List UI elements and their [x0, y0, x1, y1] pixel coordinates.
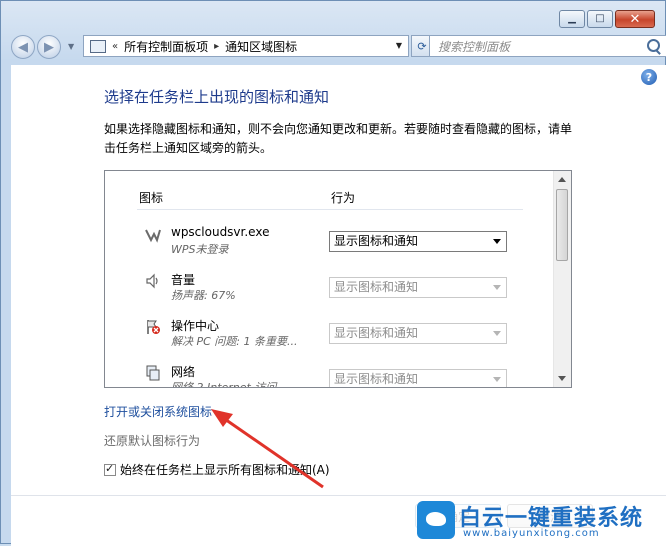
site-watermark: 白云一键重装系统 www.baiyunxitong.com	[415, 497, 666, 545]
control-panel-window: ▁ □ ✕ ◀ ▶ ▼ « 所有控制面板项 ▸ 通知区域图标 ▼ ⟳ 搜索控制面…	[0, 0, 666, 546]
help-icon: ?	[645, 70, 653, 84]
item-name: wpscloudsvr.exe	[171, 225, 270, 239]
control-panel-icon	[90, 39, 106, 53]
speaker-icon	[146, 273, 158, 289]
item-status: 扬声器: 67%	[171, 289, 236, 302]
action-center-flag-icon	[147, 320, 160, 334]
back-button[interactable]: ◀	[11, 35, 35, 59]
notification-icons-list[interactable]: 图标 行为 wpscloudsvr.exe WPS未登录 显示图标和通知 音量 …	[104, 170, 572, 388]
refresh-icon: ⟳	[417, 39, 427, 53]
search-icon[interactable]	[647, 39, 660, 52]
behavior-select-value: 显示图标和通知	[334, 372, 419, 386]
toggle-system-icons-link[interactable]: 打开或关闭系统图标	[104, 403, 212, 420]
close-icon: ✕	[629, 11, 641, 27]
chevron-down-icon	[493, 239, 501, 244]
behavior-select[interactable]: 显示图标和通知	[329, 369, 507, 387]
list-item: 网络 网络 2 Internet 访问 显示图标和通知	[137, 359, 517, 388]
behavior-select[interactable]: 显示图标和通知	[329, 323, 507, 344]
minimize-button[interactable]: ▁	[559, 10, 585, 28]
scroll-up-icon[interactable]	[558, 177, 566, 182]
breadcrumb-notification-icons[interactable]: 通知区域图标	[225, 38, 297, 55]
scroll-thumb[interactable]	[556, 189, 568, 261]
page-title: 选择在任务栏上出现的图标和通知	[104, 88, 330, 106]
chevron-down-icon	[493, 377, 501, 382]
restore-defaults-link[interactable]: 还原默认图标行为	[104, 432, 200, 449]
address-bar[interactable]: « 所有控制面板项 ▸ 通知区域图标 ▼	[83, 35, 409, 57]
item-status: 网络 2 Internet 访问	[171, 381, 277, 388]
behavior-select[interactable]: 显示图标和通知	[329, 277, 507, 298]
search-placeholder: 搜索控制面板	[438, 39, 511, 54]
content-pane: ? 选择在任务栏上出现的图标和通知 如果选择隐藏图标和通知，则不会向您通知更改和…	[11, 65, 666, 546]
behavior-select-value: 显示图标和通知	[334, 234, 419, 248]
item-status: 解决 PC 问题: 1 条重要...	[171, 335, 298, 348]
minimize-icon: ▁	[568, 13, 576, 24]
search-input[interactable]: 搜索控制面板	[429, 35, 666, 57]
maximize-icon: □	[595, 13, 605, 24]
column-header-icon: 图标	[139, 191, 164, 205]
list-item: 音量 扬声器: 67% 显示图标和通知	[137, 267, 517, 311]
chevron-down-icon	[493, 285, 501, 290]
column-header-behavior: 行为	[331, 191, 356, 205]
always-show-all-label[interactable]: 始终在任务栏上显示所有图标和通知(A)	[120, 461, 330, 478]
scroll-down-icon[interactable]	[558, 376, 566, 381]
back-arrow-icon: ◀	[18, 39, 28, 55]
list-item: 操作中心 解决 PC 问题: 1 条重要... 显示图标和通知	[137, 313, 517, 357]
forward-arrow-icon: ▶	[44, 39, 54, 55]
always-show-all-checkbox[interactable]	[104, 462, 116, 476]
behavior-select-value: 显示图标和通知	[334, 280, 419, 294]
chevron-down-icon	[493, 331, 501, 336]
header-divider	[137, 209, 523, 210]
item-name: 音量	[171, 273, 196, 287]
close-button[interactable]: ✕	[615, 10, 655, 28]
behavior-select-value: 显示图标和通知	[334, 326, 419, 340]
list-scrollbar[interactable]	[553, 171, 571, 387]
page-description: 如果选择隐藏图标和通知，则不会向您通知更改和更新。若要随时查看隐藏的图标，请单击…	[104, 122, 573, 155]
breadcrumb-all-items[interactable]: 所有控制面板项	[124, 38, 208, 55]
item-status: WPS未登录	[171, 243, 229, 256]
forward-button[interactable]: ▶	[37, 35, 61, 59]
item-name: 操作中心	[171, 319, 220, 333]
address-dropdown-icon[interactable]: ▼	[396, 41, 402, 50]
caption-buttons: ▁ □ ✕	[559, 10, 655, 28]
list-item: wpscloudsvr.exe WPS未登录 显示图标和通知	[137, 221, 517, 265]
item-name: 网络	[171, 365, 196, 379]
behavior-select[interactable]: 显示图标和通知	[329, 231, 507, 252]
help-button[interactable]: ?	[641, 69, 657, 85]
watermark-url: www.baiyunxitong.com	[463, 528, 600, 539]
maximize-button[interactable]: □	[587, 10, 613, 28]
twitter-bird-logo-icon	[417, 501, 455, 539]
always-show-all-checkbox-row[interactable]: 始终在任务栏上显示所有图标和通知(A)	[104, 461, 330, 478]
address-overflow-chevron[interactable]: «	[112, 41, 118, 52]
network-icon	[146, 365, 160, 381]
breadcrumb-separator-icon[interactable]: ▸	[214, 41, 219, 52]
recent-pages-dropdown[interactable]: ▼	[68, 42, 74, 51]
wps-cloud-icon	[145, 229, 161, 243]
navigation-bar: ◀ ▶ ▼ « 所有控制面板项 ▸ 通知区域图标 ▼ ⟳ 搜索控制面板	[11, 35, 666, 59]
